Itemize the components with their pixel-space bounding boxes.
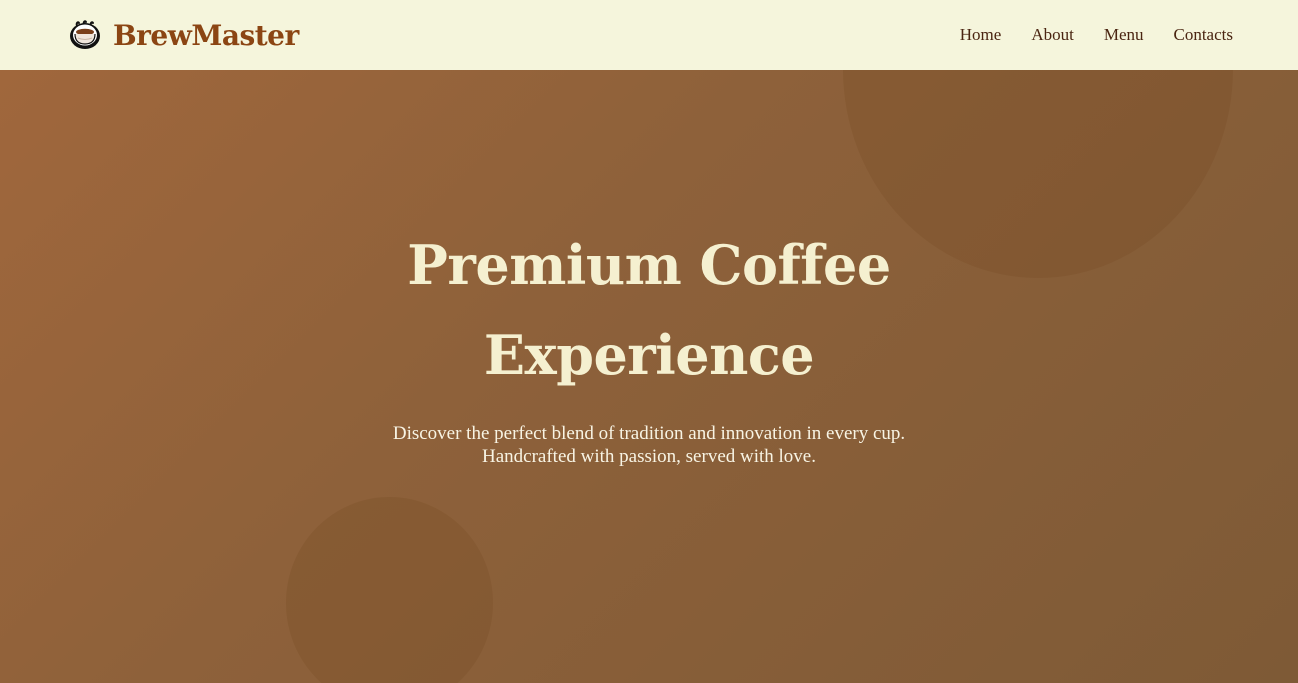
nav-link-about[interactable]: About	[1031, 25, 1074, 45]
nav-link-menu[interactable]: Menu	[1104, 25, 1144, 45]
decorative-circle	[286, 497, 493, 683]
hero-subtitle: Discover the perfect blend of tradition …	[392, 423, 906, 467]
nav-link-contacts[interactable]: Contacts	[1174, 25, 1234, 45]
hero-content: Premium Coffee Experience Discover the p…	[0, 220, 1298, 468]
site-header: BrewMaster Home About Menu Contacts	[0, 0, 1298, 70]
nav-link-home[interactable]: Home	[960, 25, 1002, 45]
coffee-cup-icon	[70, 20, 100, 49]
brand-name: BrewMaster	[113, 18, 299, 52]
hero-section: Premium Coffee Experience Discover the p…	[0, 70, 1298, 683]
hero-title: Premium Coffee Experience	[407, 233, 891, 387]
main-nav: Home About Menu Contacts	[960, 25, 1233, 45]
brand[interactable]: BrewMaster	[67, 17, 299, 53]
